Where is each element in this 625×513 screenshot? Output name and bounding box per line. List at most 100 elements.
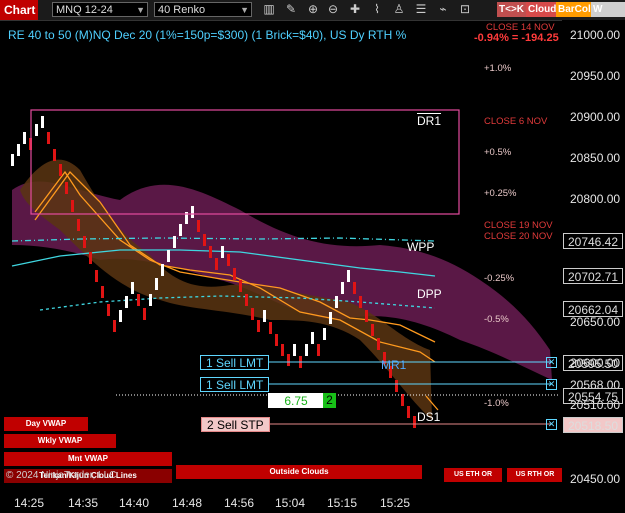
pct-label-minus025: -0.25% <box>484 273 515 284</box>
down-brick <box>275 334 278 346</box>
wkly-vwap-button[interactable]: Wkly VWAP <box>4 434 116 448</box>
templates-icon[interactable]: ⊡ <box>458 2 472 17</box>
day-vwap-button[interactable]: Day VWAP <box>4 417 88 431</box>
us-eth-or-button[interactable]: US ETH OR <box>444 468 502 482</box>
down-brick <box>377 338 380 350</box>
price-box-label: 20518.50 <box>567 419 619 433</box>
up-brick <box>23 132 26 144</box>
down-brick <box>65 182 68 194</box>
down-brick <box>107 304 110 316</box>
down-brick <box>47 132 50 144</box>
time-tick: 15:25 <box>380 496 411 510</box>
price-tick: 20950.00 <box>570 69 621 83</box>
up-brick <box>149 294 152 306</box>
down-brick <box>215 258 218 270</box>
price-tick: 20800.00 <box>570 192 621 206</box>
down-brick <box>197 220 200 232</box>
price-box-label: 20702.71 <box>567 270 619 284</box>
down-brick <box>359 296 362 308</box>
price-tick: 20450.00 <box>570 472 621 486</box>
down-brick <box>251 308 254 320</box>
down-brick <box>395 380 398 392</box>
sell-limit-price-box: 20595.50 <box>563 355 623 371</box>
cloud-toggle[interactable]: Cloud <box>526 2 559 17</box>
copyright-text: © 2024 NinjaTrader, LLC <box>6 470 117 481</box>
up-brick <box>167 250 170 262</box>
mr1-label: MR1 <box>381 358 407 372</box>
time-axis[interactable]: 14:25 14:35 14:40 14:48 14:56 15:04 15:1… <box>0 493 562 513</box>
sell-limit-order-1[interactable]: 1 Sell LMT <box>200 355 270 370</box>
up-brick <box>11 154 14 166</box>
time-tick: 15:15 <box>327 496 358 510</box>
us-rth-or-button[interactable]: US RTH OR <box>507 468 563 482</box>
chart-trader-icon[interactable]: ⌁ <box>436 2 450 17</box>
daily-change: -0.94% = -194.25 <box>474 32 559 44</box>
time-tick: 14:25 <box>14 496 45 510</box>
up-brick <box>323 328 326 340</box>
up-brick <box>173 236 176 248</box>
chart-window: Chart MNQ 12-24 ▼ 40 Renko ▼ ▥ ✎ ⊕ ⊖ ✚ ⌇… <box>0 0 625 513</box>
close-icon[interactable]: ✕ <box>546 419 557 430</box>
close-6nov-label: CLOSE 6 NOV <box>484 116 548 127</box>
tk-toggle[interactable]: T<>K <box>497 2 527 17</box>
wvwap-toggle[interactable]: W VWAP <box>591 2 625 17</box>
order-qty-count[interactable]: 2 <box>323 393 336 408</box>
outside-clouds-button[interactable]: Outside Clouds <box>176 465 422 479</box>
down-brick <box>95 270 98 282</box>
sell-stop-order[interactable]: 2 Sell STP <box>201 417 270 432</box>
down-brick <box>59 164 62 176</box>
time-tick: 14:48 <box>172 496 203 510</box>
instrument-value: MNQ 12-24 <box>56 4 113 16</box>
barcol-toggle[interactable]: BarCol <box>556 2 593 17</box>
down-brick <box>407 406 410 418</box>
up-brick <box>305 344 308 356</box>
indicators-icon[interactable]: ⌇ <box>370 2 384 17</box>
close-20nov-label: CLOSE 20 NOV <box>484 231 553 242</box>
bars-icon[interactable]: ▥ <box>262 2 276 17</box>
up-brick <box>263 310 266 322</box>
properties-icon[interactable]: ☰ <box>414 2 428 17</box>
up-brick <box>41 116 44 128</box>
time-tick: 15:04 <box>275 496 306 510</box>
chart-tab[interactable]: Chart <box>0 0 38 20</box>
draw-icon[interactable]: ✎ <box>284 2 298 17</box>
down-brick <box>53 149 56 161</box>
mnt-vwap-button[interactable]: Mnt VWAP <box>4 452 172 466</box>
down-brick <box>257 320 260 332</box>
strategy-icon[interactable]: ♙ <box>392 2 406 17</box>
down-brick <box>137 294 140 306</box>
down-brick <box>365 310 368 322</box>
dr1-label: DR1 <box>417 114 442 128</box>
up-brick <box>221 246 224 258</box>
price-box-label: 20595.50 <box>567 357 619 371</box>
sell-limit-order-2[interactable]: 1 Sell LMT <box>200 377 270 392</box>
instrument-selector[interactable]: MNQ 12-24 ▼ <box>52 2 148 17</box>
down-brick <box>239 280 242 292</box>
wpp-price-box: 20746.42 <box>563 233 623 249</box>
price-box-label: 20662.04 <box>567 303 619 317</box>
price-box-label: 20746.42 <box>567 235 619 249</box>
zoom-in-icon[interactable]: ⊕ <box>306 2 320 17</box>
order-qty-field[interactable]: 6.75 <box>268 393 324 408</box>
down-brick <box>287 354 290 366</box>
bar-type-selector[interactable]: 40 Renko ▼ <box>154 2 252 17</box>
zoom-out-icon[interactable]: ⊖ <box>326 2 340 17</box>
up-brick <box>293 344 296 356</box>
up-brick <box>125 296 128 308</box>
down-brick <box>89 252 92 264</box>
down-brick <box>113 320 116 332</box>
crosshair-icon[interactable]: ✚ <box>348 2 362 17</box>
down-brick <box>401 394 404 406</box>
down-brick <box>233 268 236 280</box>
wpp-label: WPP <box>407 240 435 254</box>
up-brick <box>131 282 134 294</box>
up-brick <box>119 310 122 322</box>
chart-title: RE 40 to 50 (M)NQ Dec 20 (1%=150p=$300) … <box>8 28 407 42</box>
down-brick <box>143 308 146 320</box>
up-brick <box>155 278 158 290</box>
close-icon[interactable]: ✕ <box>546 379 557 390</box>
up-brick <box>335 296 338 308</box>
pct-label-minus05: -0.5% <box>484 314 509 325</box>
pct-label-plus025: +0.25% <box>484 188 517 199</box>
close-icon[interactable]: ✕ <box>546 357 557 368</box>
